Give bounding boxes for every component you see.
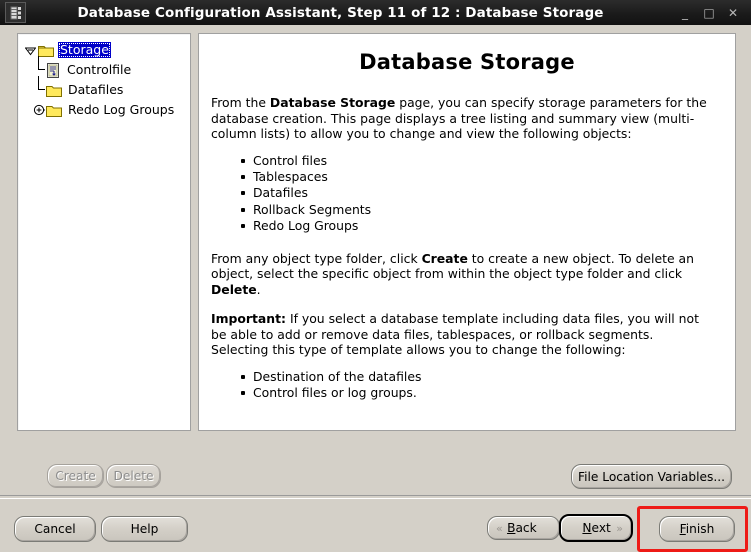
important-label: Important: [211,311,286,327]
list-item: Control files or log groups. [241,385,735,401]
cd-bold-delete: Delete [211,281,257,297]
divider [0,495,751,499]
intro-paragraph: From the Database Storage page, you can … [211,95,713,142]
list-item: Tablespaces [241,169,735,185]
tree-node-datafiles[interactable]: Datafiles [18,76,190,100]
navigation-buttons: « Back Next » [487,514,633,542]
window-title: Database Configuration Assistant, Step 1… [77,4,604,21]
storage-tree: Storage Controlfile Datafiles Redo Log G… [18,34,190,120]
minimize-icon[interactable]: _ [679,7,691,19]
create-delete-paragraph: From any object type folder, click Creat… [211,251,713,298]
folder-open-icon [38,44,54,57]
cd-text-a: From any object type folder, click [211,250,422,266]
create-button-label: Create [55,469,96,483]
list-item: Control files [241,153,735,169]
tree-node-label: Storage [58,42,111,58]
list-item: Destination of the datafiles [241,369,735,385]
storage-tree-panel[interactable]: Storage Controlfile Datafiles Redo Log G… [17,33,191,431]
dialog-window: Database Configuration Assistant, Step 1… [0,0,751,552]
help-button[interactable]: Help [101,516,188,542]
finish-button[interactable]: Finish [659,516,735,542]
changeable-list: Destination of the datafiles Control fil… [199,369,735,402]
tree-elbow [32,76,45,100]
help-button-label: Help [130,522,159,536]
list-item: Redo Log Groups [241,218,735,234]
folder-icon [46,104,62,117]
cancel-button[interactable]: Cancel [14,516,96,542]
create-button[interactable]: Create [47,464,104,488]
tree-node-controlfile[interactable]: Controlfile [18,56,190,80]
list-item: Rollback Segments [241,202,735,218]
tree-node-redo-log-groups[interactable]: Redo Log Groups [18,100,190,120]
list-item: Datafiles [241,185,735,201]
intro-text-a: From the [211,95,270,110]
delete-button-label: Delete [113,469,154,483]
maximize-icon[interactable]: □ [703,7,715,19]
objects-list: Control files Tablespaces Datafiles Roll… [199,153,735,235]
cancel-button-label: Cancel [34,522,76,536]
expand-plus-icon[interactable] [32,104,45,117]
controlfile-icon [46,62,61,78]
content-panel: Database Storage From the Database Stora… [198,33,736,431]
collapse-minus-icon[interactable] [24,44,37,57]
intro-bold: Database Storage [269,95,396,110]
finish-button-label: Finish [679,522,715,536]
page-title: Database Storage [359,50,575,74]
finish-button-rest: inish [685,522,715,536]
cd-bold-create: Create [421,250,468,266]
tree-node-label: Redo Log Groups [68,102,175,117]
file-location-variables-button[interactable]: File Location Variables... [571,464,732,489]
dialog-body: Storage Controlfile Datafiles Redo Log G… [0,25,751,552]
tree-node-storage[interactable]: Storage [18,40,190,60]
important-paragraph: Important: If you select a database temp… [211,311,713,358]
tree-node-label: Controlfile [67,62,132,77]
window-controls: _ □ ✕ [679,7,739,19]
file-location-variables-label: File Location Variables... [577,469,725,484]
cd-text-c: . [256,281,261,297]
back-button[interactable]: « Back [487,516,560,540]
next-button[interactable]: Next » [559,514,633,542]
folder-icon [46,84,62,97]
close-icon[interactable]: ✕ [727,7,739,19]
delete-button[interactable]: Delete [106,464,161,488]
title-bar: Database Configuration Assistant, Step 1… [0,0,751,25]
tree-node-label: Datafiles [68,82,124,97]
